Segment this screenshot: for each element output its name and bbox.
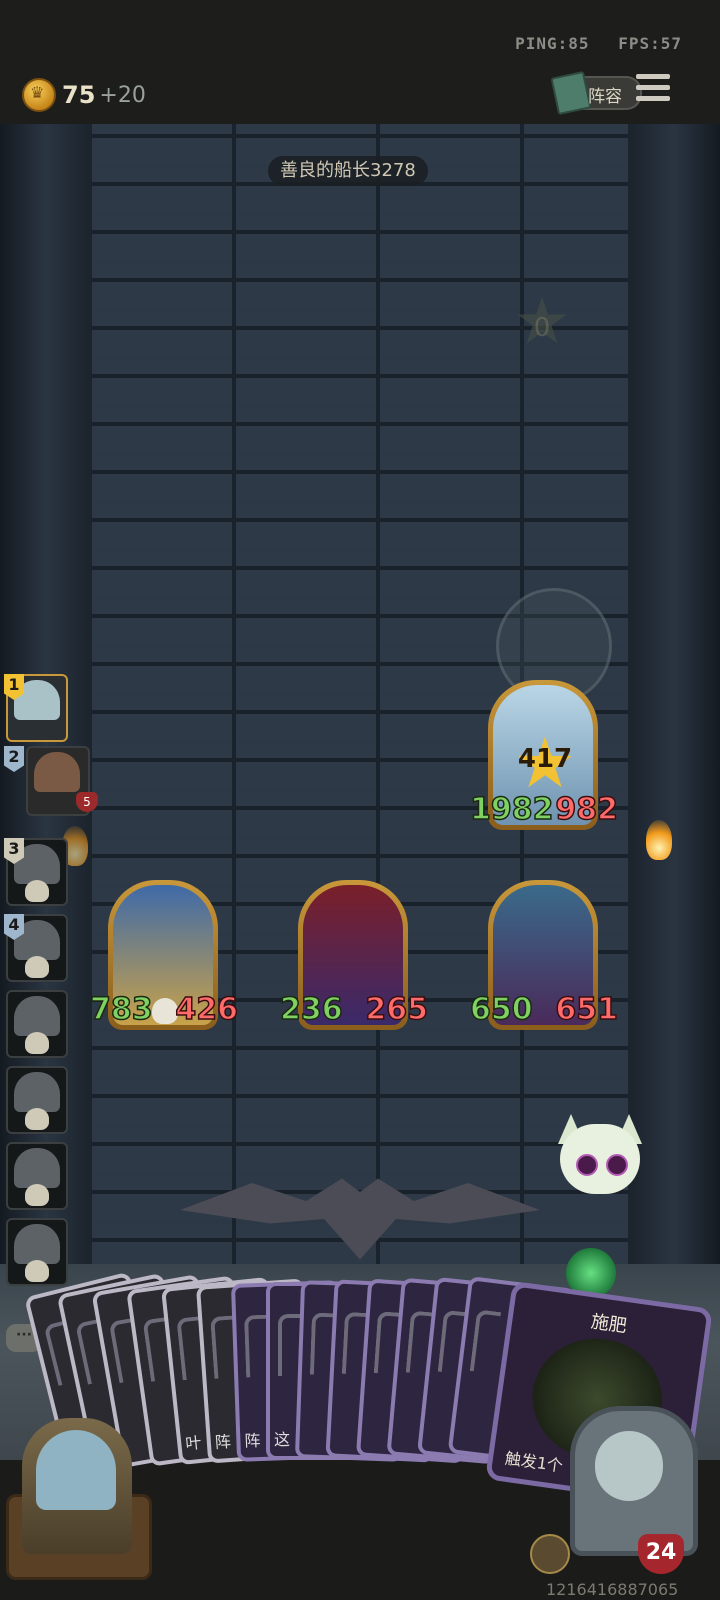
menu-icon-bar: [636, 96, 670, 101]
skull-icon: [25, 1108, 49, 1130]
menu-icon: [636, 74, 670, 79]
menu-icon-bar: [636, 85, 670, 90]
my-minion-card-knight[interactable]: 783 426: [89, 880, 239, 1030]
skull-icon: [25, 956, 49, 978]
minion-health: 265: [365, 991, 429, 1028]
lineup-label: 阵容: [588, 87, 622, 107]
minion-health: 651: [555, 991, 619, 1028]
fps-text: FPS:57: [618, 34, 682, 53]
my-hero-portrait[interactable]: [22, 1418, 132, 1554]
lineup-button[interactable]: 阵容: [550, 70, 642, 116]
card-label: 叶: [184, 1432, 203, 1454]
my-minion-card-elf[interactable]: 650 651: [469, 880, 619, 1030]
opponent-hero-portrait[interactable]: [570, 1406, 698, 1556]
roster-slot-6[interactable]: [6, 1066, 68, 1134]
player-avatar: [34, 752, 80, 792]
star-counter-icon: ★ 0: [510, 290, 574, 354]
user-id: 1216416887065: [546, 1580, 679, 1599]
hero-face: [36, 1430, 116, 1510]
minion-health: 426: [175, 991, 239, 1028]
shield-icon[interactable]: [530, 1534, 570, 1574]
pet-companion[interactable]: [552, 1114, 648, 1204]
opponent-name-label: 善良的船长3278: [268, 156, 428, 186]
skull-icon: [152, 998, 178, 1024]
card-back-symbol: [469, 1309, 502, 1374]
skull-icon: [25, 880, 49, 902]
star-counter-value: 0: [533, 313, 551, 343]
book-icon: [550, 70, 592, 116]
torch-flame-right: [646, 820, 672, 860]
player-avatar: [14, 1148, 60, 1188]
minion-attack: 1982: [469, 791, 554, 828]
roster-slot-1[interactable]: 1: [4, 674, 68, 742]
star-badge-icon: ★ 417: [513, 722, 577, 804]
gold-income: +20: [99, 82, 146, 108]
roster-slot-5[interactable]: [6, 990, 68, 1058]
minion-attack: 650: [469, 991, 533, 1028]
network-stats: PING:85 FPS:57: [497, 34, 682, 53]
player-avatar: [14, 996, 60, 1036]
minion-attack: 236: [279, 991, 343, 1028]
hero-face: [595, 1431, 663, 1501]
coin-icon: [22, 78, 56, 112]
pet-eye: [606, 1154, 628, 1176]
ping-text: PING:85: [515, 34, 590, 53]
pet-head: [560, 1124, 640, 1194]
gold-amount: 75: [62, 81, 96, 109]
roster-slot-8[interactable]: [6, 1218, 68, 1286]
player-avatar: [14, 1072, 60, 1112]
menu-button[interactable]: [636, 74, 670, 106]
enemy-minion-card[interactable]: ★ 417 1982 982: [469, 680, 619, 830]
gold-display: 75 +20: [22, 78, 146, 112]
skull-icon: [25, 1184, 49, 1206]
opponent-health-badge: 24: [638, 1534, 684, 1574]
skull-icon: [25, 1260, 49, 1282]
card-label: 阵: [244, 1431, 261, 1451]
roster-slot-2[interactable]: 2 5: [4, 746, 98, 816]
minion-health: 982: [555, 791, 619, 828]
top-bar: PING:85 FPS:57 75 +20 阵容: [0, 0, 720, 124]
card-label: 阵: [214, 1431, 232, 1453]
player-avatar: [14, 1224, 60, 1264]
roster-slot-4[interactable]: 4: [4, 914, 68, 982]
pet-eye: [576, 1154, 598, 1176]
minion-attack: 783: [89, 991, 153, 1028]
my-minion-card-clown[interactable]: 236 265: [279, 880, 429, 1030]
card-label: 这: [274, 1430, 291, 1449]
roster-slot-7[interactable]: [6, 1142, 68, 1210]
card-description: 触发1个: [503, 1448, 565, 1476]
roster-slot-3[interactable]: 3: [4, 838, 68, 906]
skull-icon: [25, 1032, 49, 1054]
star-badge-value: 417: [517, 744, 573, 774]
